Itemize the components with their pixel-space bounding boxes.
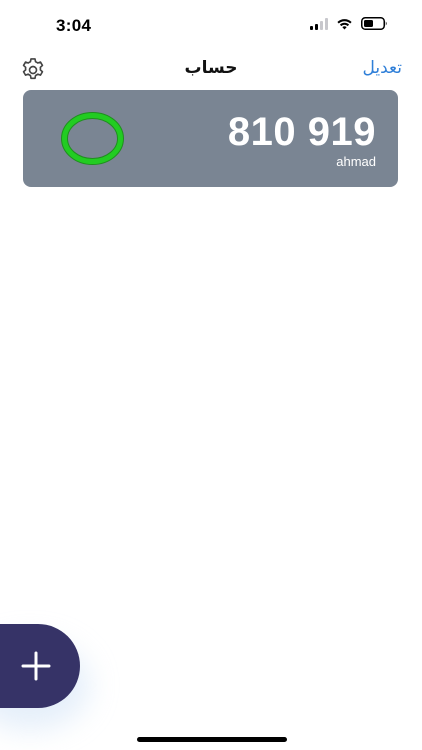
- account-name: ahmad: [336, 154, 376, 169]
- plus-icon: [21, 651, 51, 681]
- battery-icon: [361, 17, 388, 30]
- page-title: حساب: [184, 58, 238, 77]
- cellular-signal-icon: [310, 17, 328, 30]
- status-icons: [310, 17, 388, 30]
- navigation-bar: حساب تعديل: [0, 52, 422, 84]
- status-bar: 3:04: [0, 0, 422, 50]
- edit-button[interactable]: تعديل: [363, 58, 402, 78]
- status-time: 3:04: [56, 16, 92, 35]
- account-card[interactable]: 810 919 ahmad: [23, 90, 398, 187]
- home-indicator[interactable]: [137, 737, 287, 742]
- otp-code: 810 919: [227, 110, 376, 154]
- wifi-icon: [336, 18, 353, 30]
- add-account-button[interactable]: [0, 624, 80, 708]
- countdown-ring-icon: [61, 112, 124, 165]
- app-screen: 3:04 حساب تعديل 810 919 ahmad: [0, 0, 422, 750]
